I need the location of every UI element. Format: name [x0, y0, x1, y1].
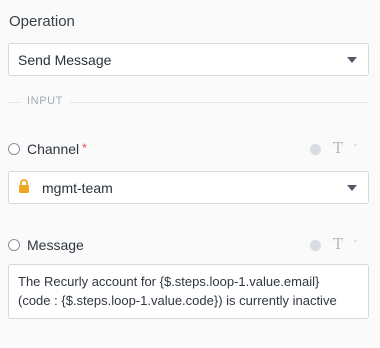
caret-down-icon — [347, 185, 357, 191]
message-textarea[interactable]: The Recurly account for {$.steps.loop-1.… — [8, 264, 369, 319]
channel-radio[interactable] — [8, 143, 20, 155]
message-line-2: (code : {$.steps.loop-1.value.code}) is … — [18, 293, 337, 308]
message-label: Message — [27, 237, 84, 253]
text-type-icon[interactable]: T — [333, 139, 343, 157]
lock-icon — [19, 179, 29, 193]
channel-label: Channel * — [27, 141, 87, 157]
chevron-down-icon[interactable]: ˇ — [354, 143, 357, 153]
channel-label-text: Channel — [27, 141, 80, 157]
divider-left — [8, 102, 20, 103]
text-type-icon[interactable]: T — [333, 235, 343, 253]
mode-dot-icon[interactable] — [310, 240, 321, 251]
channel-select[interactable]: mgmt-team — [8, 171, 369, 204]
divider-right — [70, 102, 369, 103]
input-section-label: INPUT — [27, 95, 63, 107]
chevron-down-icon[interactable]: ˇ — [354, 239, 357, 249]
caret-down-icon — [347, 57, 357, 63]
message-line-1: The Recurly account for {$.steps.loop-1.… — [18, 274, 320, 289]
operation-select[interactable]: Send Message — [8, 43, 369, 76]
message-radio[interactable] — [8, 239, 20, 251]
operation-label: Operation — [9, 13, 75, 30]
mode-dot-icon[interactable] — [310, 144, 321, 155]
required-marker: * — [82, 141, 87, 155]
operation-value: Send Message — [18, 51, 112, 68]
channel-value: mgmt-team — [42, 179, 113, 196]
